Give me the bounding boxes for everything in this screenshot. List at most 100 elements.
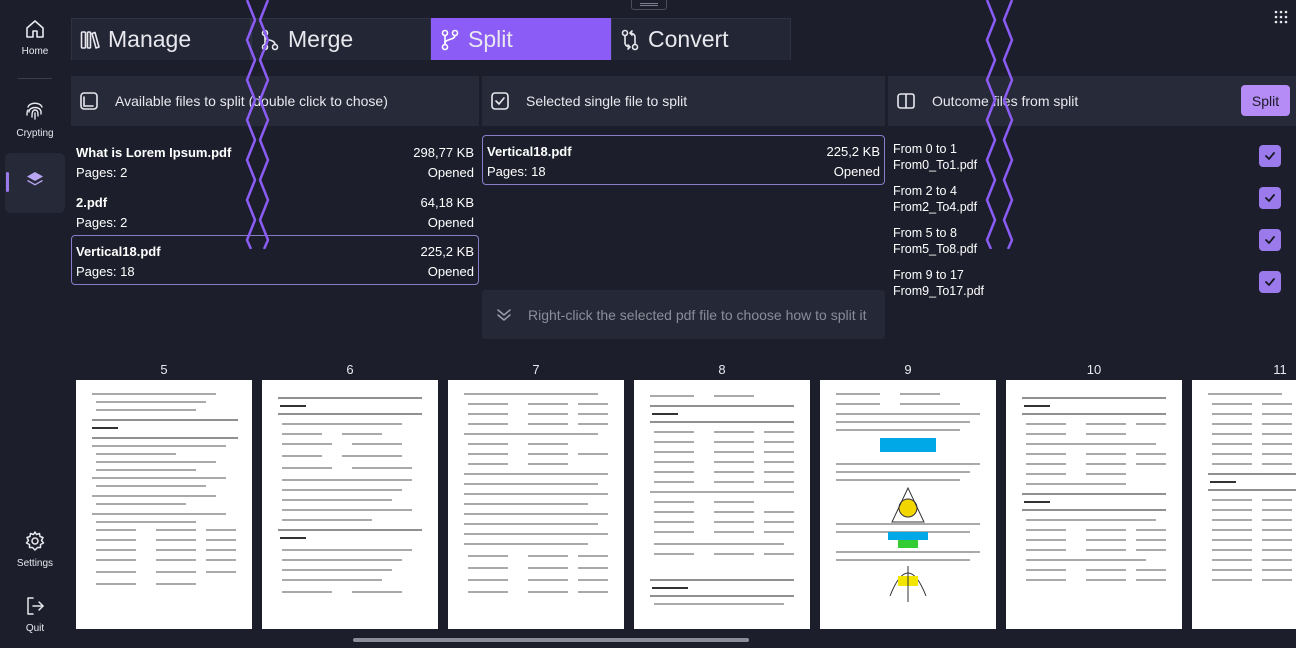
sidebar: Home Crypting Settings Quit [0, 0, 70, 648]
page-number: 5 [160, 362, 168, 377]
available-file-item[interactable]: 2.pdf 64,18 KB Pages: 2 Opened [71, 186, 479, 236]
nav-layers[interactable] [5, 153, 65, 213]
window-drag-handle[interactable] [631, 0, 667, 10]
chevron-double-down-icon [497, 308, 511, 321]
page-text-lines [1022, 397, 1166, 581]
split-marker [1002, 0, 1014, 249]
page-number: 8 [718, 362, 726, 377]
file-name: Vertical18.pdf [76, 243, 161, 259]
file-name: 2.pdf [76, 194, 108, 210]
file-status: Opened [833, 163, 880, 179]
file-status: Opened [427, 263, 474, 279]
gear-icon [25, 531, 45, 551]
grid-menu-button[interactable] [1274, 10, 1288, 29]
outcome-item: From 9 to 17 From9_To17.pdf [893, 267, 984, 299]
tab-manage[interactable]: Manage [71, 18, 251, 60]
page-number: 10 [1086, 362, 1102, 377]
split-button[interactable]: Split [1241, 85, 1290, 116]
file-size: 298,77 KB [413, 144, 474, 160]
checkmark-icon [1265, 152, 1275, 160]
outcome-checkbox[interactable] [1259, 271, 1281, 293]
tab-merge-label: Merge [288, 26, 354, 52]
outcome-range: From 0 to 1 [893, 142, 957, 156]
file-pages: Pages: 2 [76, 164, 128, 180]
page-text-lines [278, 397, 422, 593]
nav-crypting-label: Crypting [16, 128, 54, 139]
page-thumbnail[interactable] [1192, 380, 1296, 629]
outcome-checkbox[interactable] [1259, 145, 1281, 167]
checkbox-checked-icon [491, 92, 509, 110]
file-pages: Pages: 18 [76, 263, 135, 279]
page-number: 9 [904, 362, 912, 377]
main-tabs: Manage Merge Split Convert [71, 18, 791, 60]
nav-divider [18, 78, 52, 79]
outcome-checkbox[interactable] [1259, 229, 1281, 251]
tab-split[interactable]: Split [431, 18, 611, 60]
outcome-item: From 0 to 1 From0_To1.pdf [893, 141, 977, 173]
page-text-lines [464, 393, 608, 593]
tab-merge[interactable]: Merge [251, 18, 431, 60]
convert-icon [621, 29, 639, 50]
checkmark-icon [1265, 278, 1275, 286]
page-thumbnail[interactable] [1006, 380, 1182, 629]
file-size: 225,2 KB [826, 143, 881, 159]
file-pages: Pages: 2 [76, 214, 128, 230]
page-number: 7 [532, 362, 540, 377]
file-size: 225,2 KB [420, 243, 475, 259]
outcome-file: From2_To4.pdf [893, 200, 978, 214]
split-hint-expander[interactable]: Right-click the selected pdf file to cho… [482, 290, 885, 339]
available-file-item[interactable]: What is Lorem Ipsum.pdf 298,77 KB Pages: … [71, 136, 479, 186]
fingerprint-icon [26, 102, 43, 120]
library-icon [80, 30, 100, 49]
selected-file-title: Selected single file to split [526, 93, 688, 109]
outcome-file: From0_To1.pdf [893, 158, 978, 172]
checkbox-empty-icon [80, 92, 98, 110]
page-text-lines [92, 393, 238, 585]
outcome-item: From 2 to 4 From2_To4.pdf [893, 183, 977, 215]
page-thumbnail[interactable] [820, 380, 996, 629]
exit-icon [27, 597, 44, 615]
outcome-files-header: Outcome files from split Split [888, 76, 1296, 126]
nav-crypting[interactable]: Crypting [5, 98, 65, 144]
checkmark-icon [1265, 194, 1275, 202]
tab-convert-label: Convert [648, 26, 729, 52]
tab-manage-label: Manage [108, 26, 192, 52]
outcome-file: From5_To8.pdf [893, 242, 978, 256]
page-thumbnail[interactable] [448, 380, 624, 629]
split-marker [985, 0, 997, 249]
file-name: Vertical18.pdf [487, 143, 572, 159]
selected-file-item[interactable]: Vertical18.pdf 225,2 KB Pages: 18 Opened [482, 135, 885, 185]
home-icon [26, 20, 44, 38]
file-pages: Pages: 18 [487, 163, 546, 179]
page-thumbnail[interactable] [634, 380, 810, 629]
tab-convert[interactable]: Convert [611, 18, 791, 60]
outcome-range: From 2 to 4 [893, 184, 957, 198]
split-icon [441, 29, 459, 50]
outcome-range: From 5 to 8 [893, 226, 957, 240]
nav-quit-label: Quit [25, 623, 45, 634]
split-marker [245, 0, 257, 249]
grid-dots-icon [1274, 10, 1288, 24]
outcome-file: From9_To17.pdf [893, 284, 985, 298]
selected-file-header: Selected single file to split [482, 76, 885, 126]
available-files-header: Available files to split (double click t… [71, 76, 479, 126]
layers-icon [27, 172, 43, 186]
tab-split-label: Split [468, 26, 513, 52]
outcome-item: From 5 to 8 From5_To8.pdf [893, 225, 977, 257]
page-text-lines [1208, 393, 1296, 581]
outcome-checkbox[interactable] [1259, 187, 1281, 209]
horizontal-scrollbar[interactable] [353, 638, 749, 642]
nav-active-indicator [6, 172, 9, 192]
outcome-range: From 9 to 17 [893, 268, 964, 282]
nav-quit[interactable]: Quit [5, 595, 65, 641]
split-marker [258, 0, 270, 249]
page-thumbnail[interactable] [262, 380, 438, 629]
available-file-item-selected[interactable]: Vertical18.pdf 225,2 KB Pages: 18 Opened [71, 235, 479, 285]
page-figures [836, 393, 980, 602]
page-thumbnail[interactable] [76, 380, 252, 629]
file-size: 64,18 KB [420, 194, 475, 210]
nav-home[interactable]: Home [5, 18, 65, 64]
checkmark-icon [1265, 236, 1275, 244]
nav-settings[interactable]: Settings [5, 530, 65, 576]
file-status: Opened [427, 214, 474, 230]
